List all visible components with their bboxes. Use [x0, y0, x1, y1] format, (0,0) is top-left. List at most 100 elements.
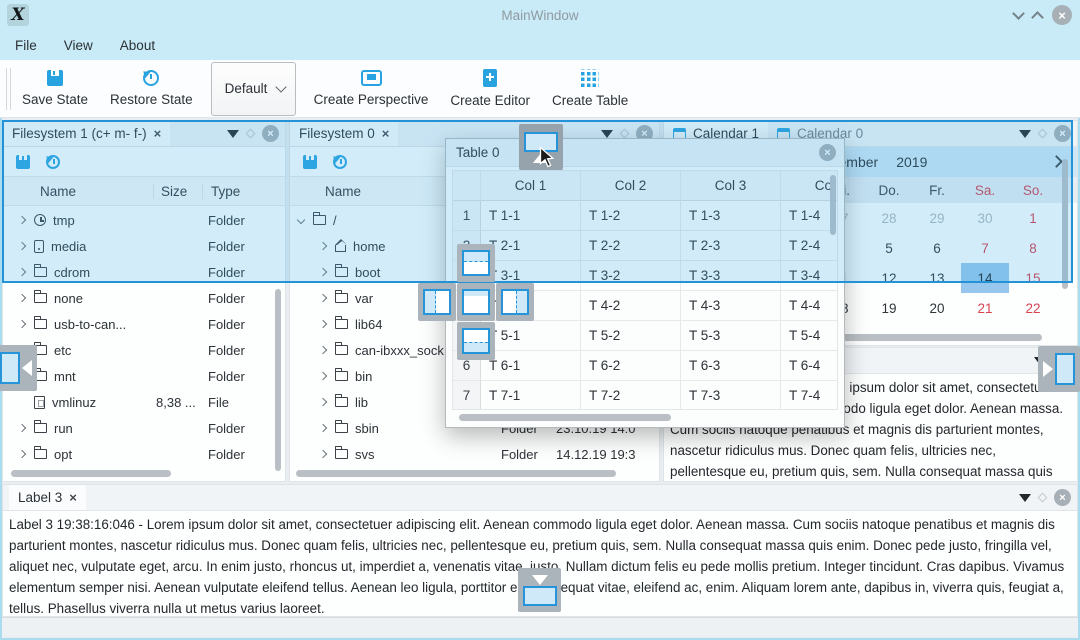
calendar-day[interactable]: 1: [1009, 203, 1057, 233]
tab-label-3[interactable]: Label 3: [9, 485, 86, 510]
float-icon[interactable]: [1038, 129, 1048, 139]
calendar-day[interactable]: 6: [913, 233, 961, 263]
expander-icon[interactable]: [319, 294, 327, 302]
calendar-day[interactable]: 13: [913, 263, 961, 293]
table-cell[interactable]: T 5-2: [581, 321, 681, 351]
calendar-day[interactable]: 8: [1009, 233, 1057, 263]
tree-row[interactable]: noneFolder: [3, 285, 285, 311]
minimize-icon[interactable]: [1012, 7, 1025, 20]
close-panel-icon[interactable]: [1054, 125, 1071, 142]
table-cell[interactable]: T 5-3: [681, 321, 781, 351]
calendar-day[interactable]: 30: [961, 203, 1009, 233]
expander-icon[interactable]: [18, 294, 26, 302]
expander-icon[interactable]: [319, 268, 327, 276]
table-column-header[interactable]: Col 3: [681, 171, 781, 201]
calendar-day[interactable]: 5: [865, 233, 913, 263]
tree-row[interactable]: runFolder: [3, 415, 285, 441]
table-cell[interactable]: T 2-1: [481, 231, 581, 261]
calendar-day[interactable]: 7: [961, 233, 1009, 263]
save-icon[interactable]: [303, 155, 317, 169]
tree-row[interactable]: svsFolder14.12.19 19:3: [290, 441, 659, 467]
expander-icon[interactable]: [18, 320, 26, 328]
expander-icon[interactable]: [319, 242, 327, 250]
table-cell[interactable]: T 7-3: [681, 381, 781, 410]
dock-indicator-split-left[interactable]: [418, 283, 456, 321]
vertical-scrollbar[interactable]: [1062, 159, 1068, 289]
calendar-day[interactable]: 14: [961, 263, 1009, 293]
create-table-button[interactable]: Create Table: [541, 69, 639, 108]
table-cell[interactable]: T 7-1: [481, 381, 581, 410]
calendar-day[interactable]: 19: [865, 293, 913, 323]
close-panel-icon[interactable]: [262, 125, 279, 142]
table-cell[interactable]: T 2-4: [781, 231, 838, 261]
table-cell[interactable]: T 2-3: [681, 231, 781, 261]
horizontal-scrollbar[interactable]: [296, 470, 616, 477]
expander-icon[interactable]: [319, 424, 327, 432]
calendar-day[interactable]: 12: [865, 263, 913, 293]
expander-icon[interactable]: [319, 346, 327, 354]
row-number[interactable]: 7: [453, 381, 481, 410]
menu-about[interactable]: About: [120, 38, 155, 53]
dock-indicator-split-top[interactable]: [457, 244, 495, 282]
table-cell[interactable]: T 1-2: [581, 201, 681, 231]
table-cell[interactable]: T 4-2: [581, 291, 681, 321]
maximize-icon[interactable]: [1031, 11, 1044, 24]
create-perspective-button[interactable]: Create Perspective: [303, 70, 440, 107]
save-icon[interactable]: [16, 155, 30, 169]
table-cell[interactable]: T 4-3: [681, 291, 781, 321]
tree-row[interactable]: optFolder: [3, 441, 285, 467]
table-cell[interactable]: T 1-1: [481, 201, 581, 231]
column-name[interactable]: Name: [290, 184, 361, 199]
table-cell[interactable]: T 3-4: [781, 261, 838, 291]
menu-arrow-icon[interactable]: [227, 130, 239, 138]
menu-arrow-icon[interactable]: [601, 130, 613, 138]
dock-indicator-right-edge[interactable]: [1038, 346, 1080, 392]
menu-view[interactable]: View: [64, 38, 93, 53]
save-state-button[interactable]: Save State: [11, 70, 99, 107]
dock-indicator-center[interactable]: [457, 283, 495, 321]
close-window-icon[interactable]: [1052, 5, 1072, 25]
tab-close-icon[interactable]: [382, 126, 390, 141]
dock-indicator-bottom-edge[interactable]: [518, 568, 561, 612]
restore-icon[interactable]: [333, 155, 347, 169]
row-number[interactable]: 1: [453, 201, 481, 231]
menu-arrow-icon[interactable]: [1019, 130, 1031, 138]
dock-indicator-left-edge[interactable]: [0, 345, 37, 391]
table-cell[interactable]: T 2-2: [581, 231, 681, 261]
menu-file[interactable]: File: [15, 38, 37, 53]
calendar-day[interactable]: 29: [913, 203, 961, 233]
expander-icon[interactable]: [297, 216, 305, 224]
dock-indicator-split-bottom[interactable]: [457, 322, 495, 360]
float-icon[interactable]: [620, 129, 630, 139]
vertical-scrollbar[interactable]: [830, 175, 836, 235]
restore-state-button[interactable]: Restore State: [99, 70, 204, 107]
expander-icon[interactable]: [18, 450, 26, 458]
menu-arrow-icon[interactable]: [1019, 494, 1031, 502]
create-editor-button[interactable]: Create Editor: [439, 69, 541, 108]
tree-row[interactable]: tmpFolder: [3, 207, 285, 233]
table0-titlebar[interactable]: Table 0: [446, 139, 844, 167]
expander-icon[interactable]: [319, 372, 327, 380]
table-cell[interactable]: T 6-3: [681, 351, 781, 381]
tree-row[interactable]: cdromFolder: [3, 259, 285, 285]
dock-indicator-split-right[interactable]: [496, 283, 534, 321]
vertical-scrollbar[interactable]: [275, 289, 281, 471]
table-cell[interactable]: T 3-2: [581, 261, 681, 291]
perspective-select[interactable]: Default: [211, 62, 296, 116]
close-window-icon[interactable]: [819, 144, 836, 161]
expander-icon[interactable]: [18, 216, 26, 224]
table-column-header[interactable]: Col 2: [581, 171, 681, 201]
table-cell[interactable]: T 7-4: [781, 381, 838, 410]
table-column-header[interactable]: Col 1: [481, 171, 581, 201]
horizontal-scrollbar[interactable]: [459, 414, 671, 421]
tab-filesystem-1[interactable]: Filesystem 1 (c+ m- f-): [3, 121, 170, 146]
tab-filesystem-0[interactable]: Filesystem 0: [290, 121, 398, 146]
expander-icon[interactable]: [18, 268, 26, 276]
close-panel-icon[interactable]: [1054, 489, 1071, 506]
calendar-day[interactable]: 20: [913, 293, 961, 323]
table-cell[interactable]: T 3-3: [681, 261, 781, 291]
calendar-day[interactable]: 22: [1009, 293, 1057, 323]
calendar-year[interactable]: 2019: [896, 154, 927, 170]
table-cell[interactable]: T 6-4: [781, 351, 838, 381]
table-cell[interactable]: T 6-2: [581, 351, 681, 381]
